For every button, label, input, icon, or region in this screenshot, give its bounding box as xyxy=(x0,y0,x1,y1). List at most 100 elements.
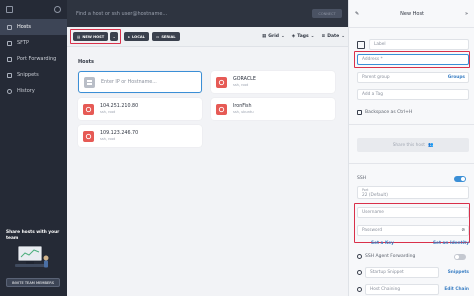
users-icon: 👥 xyxy=(427,142,434,148)
tag-icon: ◈ xyxy=(291,34,296,39)
set-identity-link[interactable]: Set an Identity xyxy=(433,241,469,246)
host-chaining-field[interactable]: Host Chaining xyxy=(365,284,439,295)
backspace-label: Backspace as Ctrl+H xyxy=(365,110,413,115)
braces-icon xyxy=(7,72,12,78)
ssh-label: SSH xyxy=(357,176,367,181)
sidebar-item-hosts[interactable]: Hosts xyxy=(0,19,67,35)
chevron-down-icon: ⌄ xyxy=(310,34,315,39)
edit-chain-link[interactable]: Edit Chain xyxy=(444,287,469,292)
ssh-toggle[interactable] xyxy=(454,176,466,182)
host-card-subtitle: ssh, root xyxy=(100,137,116,141)
serial-button[interactable]: ▭ SERIAL xyxy=(151,32,180,41)
serial-icon: ▭ xyxy=(155,34,160,39)
sidebar: Hosts SFTP Port Forwarding Snippets Hist… xyxy=(0,0,67,296)
host-card-title: GORACLE xyxy=(233,77,256,82)
new-host-button[interactable]: ▤ NEW HOST xyxy=(73,32,109,41)
host-card-title: Enter IP or Hostname... xyxy=(101,79,157,85)
set-key-link[interactable]: Set a Key xyxy=(371,241,394,246)
port-field[interactable]: Port 22 (Default) xyxy=(357,186,469,199)
password-field[interactable]: Password ⊘ xyxy=(357,225,469,236)
host-card[interactable]: GORACLE ssh, root xyxy=(211,71,335,93)
agent-forwarding-icon xyxy=(357,254,362,259)
arrow-right-icon xyxy=(7,56,12,62)
port-value: 22 (Default) xyxy=(362,192,388,198)
port-label: Port xyxy=(362,187,369,192)
invite-team-button[interactable]: INVITE TEAM MEMBERS xyxy=(6,278,60,287)
local-label: LOCAL xyxy=(132,34,145,39)
connect-button[interactable]: CONNECT xyxy=(312,9,342,18)
panel-title: New Host xyxy=(400,10,425,17)
local-button[interactable]: ▸ LOCAL xyxy=(124,32,149,41)
parent-group-label: Parent group xyxy=(362,75,390,80)
sidebar-top xyxy=(0,0,67,19)
host-card-title: IronFish xyxy=(233,104,252,109)
sidebar-item-port-forwarding[interactable]: Port Forwarding xyxy=(0,51,67,67)
chevron-down-icon: ⌄ xyxy=(112,34,116,39)
backspace-checkbox[interactable] xyxy=(357,110,362,115)
password-placeholder: Password xyxy=(362,228,383,233)
sidebar-item-snippets[interactable]: Snippets xyxy=(0,67,67,83)
edit-icon[interactable]: ✎ xyxy=(355,11,359,17)
parent-group-field[interactable]: Parent group Groups xyxy=(357,72,469,83)
tags-filter[interactable]: ◈ Tags ⌄ xyxy=(292,34,315,39)
agent-forwarding-label: SSH Agent Forwarding xyxy=(365,254,416,259)
label-row: Label xyxy=(357,39,469,50)
eye-off-icon[interactable]: ⊘ xyxy=(461,228,465,233)
divider xyxy=(349,27,474,28)
add-tag-field[interactable]: Add a Tag xyxy=(357,89,469,100)
host-card-subtitle: ssh, root xyxy=(100,110,116,114)
close-panel-icon[interactable]: » xyxy=(465,11,468,17)
host-card[interactable]: 109.123.246.70 ssh, root xyxy=(78,125,202,147)
ubuntu-icon xyxy=(83,103,94,115)
hosts-icon xyxy=(7,24,12,30)
new-host-dropdown-button[interactable]: ⌄ xyxy=(110,32,119,41)
sidebar-item-sftp[interactable]: SFTP xyxy=(0,35,67,51)
vault-icon[interactable] xyxy=(6,6,13,13)
new-host-highlight: ▤ NEW HOST ⌄ xyxy=(70,29,122,44)
share-hosts-text: Share hosts with your team xyxy=(6,230,60,241)
host-card[interactable]: IronFish ssh, ubuntu xyxy=(211,98,335,120)
new-host-label: NEW HOST xyxy=(82,34,105,39)
grid-icon: ▦ xyxy=(262,34,267,39)
topbar: Find a host or ssh user@hostname... CONN… xyxy=(67,0,348,27)
team-illustration-icon xyxy=(15,245,49,268)
agent-forwarding-toggle[interactable] xyxy=(454,254,466,260)
ssh-row: SSH xyxy=(357,173,469,184)
folder-icon xyxy=(7,40,12,46)
username-field[interactable]: Username xyxy=(357,207,469,218)
sidebar-item-label: Snippets xyxy=(17,72,39,78)
startup-snippet-row: Startup Snippet Snippets xyxy=(357,267,469,278)
address-field[interactable]: Address * xyxy=(357,54,469,65)
sidebar-item-history[interactable]: History xyxy=(0,83,67,99)
ubuntu-icon xyxy=(216,103,227,115)
sort-icon: ≡ xyxy=(321,34,326,39)
host-chaining-row: Host Chaining Edit Chain xyxy=(357,284,469,295)
server-icon xyxy=(357,40,365,49)
server-icon: ▤ xyxy=(77,34,81,39)
backspace-row: Backspace as Ctrl+H xyxy=(357,107,469,118)
settings-icon[interactable] xyxy=(54,6,61,13)
divider xyxy=(349,124,474,125)
snippets-link[interactable]: Snippets xyxy=(448,270,469,275)
share-host-button[interactable]: Share this host 👥 xyxy=(357,138,469,152)
sidebar-item-label: History xyxy=(17,88,35,94)
date-sort[interactable]: ≡ Date ⌄ xyxy=(321,34,345,39)
panel-header: ✎ New Host » xyxy=(349,0,474,27)
sidebar-item-label: SFTP xyxy=(17,40,30,46)
host-card-subtitle: ssh, root xyxy=(233,83,249,87)
label-field[interactable]: Label xyxy=(369,39,469,50)
toggle-knob xyxy=(455,255,459,259)
grid-view-toggle[interactable]: ▦ Grid ⌄ xyxy=(262,34,285,39)
hosts-section-title: Hosts xyxy=(78,59,94,65)
serial-label: SERIAL xyxy=(161,34,176,39)
sidebar-item-label: Port Forwarding xyxy=(17,56,57,62)
new-host-card[interactable]: Enter IP or Hostname... xyxy=(78,71,202,93)
search-input[interactable]: Find a host or ssh user@hostname... xyxy=(73,6,308,21)
host-card[interactable]: 104.251.210.80 ssh, root xyxy=(78,98,202,120)
chevron-down-icon: ⌄ xyxy=(341,34,345,39)
grid-label: Grid xyxy=(268,34,279,39)
startup-snippet-field[interactable]: Startup Snippet xyxy=(365,267,439,278)
terminal-icon: ▸ xyxy=(128,34,130,39)
agent-forwarding-row: SSH Agent Forwarding xyxy=(357,251,469,262)
groups-link[interactable]: Groups xyxy=(448,75,465,80)
